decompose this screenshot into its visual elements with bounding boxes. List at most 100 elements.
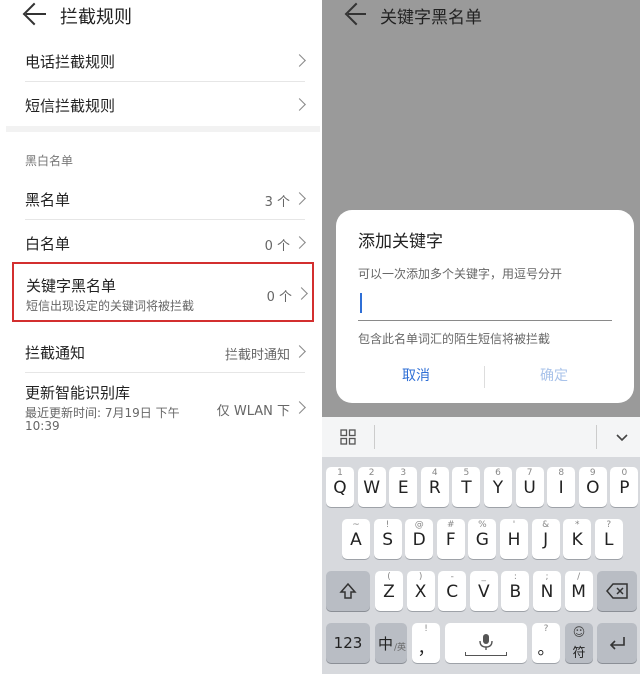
key-label: G	[475, 530, 489, 550]
key-secondary-label: %	[478, 520, 487, 530]
numbers-key[interactable]: 123	[326, 623, 370, 663]
dialog-note: 包含此名单词汇的陌生短信将被拦截	[358, 332, 551, 346]
page-title: 拦截规则	[60, 7, 132, 28]
key-label: Q	[333, 478, 347, 498]
key-label: D	[412, 530, 426, 550]
comma-key[interactable]: ! ，	[412, 623, 440, 663]
sms-intercept-rules-row[interactable]: 短信拦截规则	[0, 84, 322, 124]
divider	[25, 219, 305, 220]
notice-value: 拦截时通知	[224, 348, 290, 363]
blacklist-row[interactable]: 黑名单 3 个	[0, 178, 322, 218]
key-f[interactable]: # F	[436, 519, 465, 559]
key-y[interactable]: 6Y	[484, 467, 512, 507]
key-b[interactable]: :B	[501, 571, 530, 611]
key-l[interactable]: ? L	[594, 519, 623, 559]
back-button[interactable]	[342, 2, 370, 26]
space-key[interactable]	[445, 623, 527, 663]
shift-key[interactable]	[326, 571, 370, 611]
page-title: 关键字黑名单	[380, 8, 482, 28]
intercept-notice-row[interactable]: 拦截通知 拦截时通知	[0, 332, 322, 372]
key-secondary-label: #	[447, 520, 455, 530]
row-label: 关键字黑名单	[26, 277, 117, 295]
key-label: X	[414, 582, 427, 602]
row-label: 短信拦截规则	[25, 97, 116, 115]
row-label: 电话拦截规则	[25, 53, 116, 71]
grid-icon[interactable]	[340, 429, 356, 445]
lang-main-label: 中	[378, 635, 394, 653]
space-bar-mark	[465, 652, 507, 656]
dialog-hint: 可以一次添加多个关键字，用逗号分开	[358, 267, 563, 281]
key-label: F	[445, 530, 456, 550]
whitelist-row[interactable]: 白名单 0 个	[0, 222, 322, 262]
numbers-key-label: 123	[333, 634, 363, 652]
key-secondary-label: *	[574, 520, 580, 530]
key-c[interactable]: -C	[438, 571, 467, 611]
language-switch-key[interactable]: 中 /英	[375, 623, 407, 663]
cancel-button[interactable]: 取消	[364, 362, 468, 390]
emoji-icon: ☺	[572, 625, 586, 639]
enter-icon	[609, 637, 625, 650]
update-condition: 仅 WLAN 下	[216, 404, 290, 419]
chevron-right-icon	[293, 345, 306, 358]
toolbar-separator	[596, 425, 597, 449]
key-k[interactable]: * K	[563, 519, 592, 559]
key-o[interactable]: 9O	[578, 467, 607, 507]
update-library-row[interactable]: 更新智能识别库 最近更新时间: 7月19日 下午 10:39 仅 WLAN 下	[0, 376, 322, 438]
key-h[interactable]: ' H	[500, 519, 528, 559]
key-v[interactable]: _ V	[469, 571, 498, 611]
key-label: J	[543, 530, 549, 550]
key-i[interactable]: 8I	[547, 467, 576, 507]
key-w[interactable]: 2W	[357, 467, 386, 507]
key-secondary-label: @	[414, 520, 424, 530]
key-secondary-label: 0	[621, 468, 628, 478]
key-label: Z	[383, 582, 395, 602]
key-j[interactable]: & J	[531, 519, 560, 559]
key-r[interactable]: 4R	[420, 467, 449, 507]
key-g[interactable]: % G	[468, 519, 497, 559]
key-label: I	[558, 478, 564, 498]
key-s[interactable]: ! S	[373, 519, 402, 559]
period-key[interactable]: ? 。	[532, 623, 560, 663]
key-secondary-label: '	[512, 520, 516, 530]
key-m[interactable]: / M	[564, 571, 593, 611]
key-d[interactable]: @ D	[405, 519, 434, 559]
key-label: A	[350, 530, 362, 550]
key-e[interactable]: 3E	[389, 467, 418, 507]
key-secondary-label: 6	[495, 468, 501, 478]
row-label: 黑名单	[25, 191, 71, 209]
back-button[interactable]	[20, 2, 48, 26]
divider	[25, 81, 305, 82]
key-u[interactable]: 7U	[515, 467, 544, 507]
chevron-down-icon[interactable]	[616, 428, 628, 442]
key-q[interactable]: 1Q	[326, 467, 354, 507]
keyword-input[interactable]	[358, 288, 612, 321]
section-gap	[6, 126, 320, 132]
chevron-right-icon	[295, 287, 308, 300]
add-keyword-dialog: 添加关键字 可以一次添加多个关键字，用逗号分开 包含此名单词汇的陌生短信将被拦截…	[336, 210, 634, 403]
key-z[interactable]: (Z	[375, 571, 403, 611]
key-label: Y	[492, 478, 504, 498]
keyword-blacklist-row[interactable]: 关键字黑名单 短信出现设定的关键词将被拦截 0 个	[12, 262, 314, 322]
key-label: T	[461, 478, 472, 498]
call-intercept-rules-row[interactable]: 电话拦截规则	[0, 40, 322, 80]
key-x[interactable]: ) X	[406, 571, 435, 611]
key-secondary-label: 2	[368, 468, 375, 478]
backspace-key[interactable]	[597, 571, 637, 611]
button-separator	[484, 366, 485, 388]
symbols-key[interactable]: ☺ 符	[565, 623, 593, 663]
key-secondary-label: 8	[558, 468, 565, 478]
comma-label: ，	[417, 639, 435, 659]
confirm-button[interactable]: 确定	[502, 362, 606, 390]
key-n[interactable]: ; N	[533, 571, 561, 611]
key-t[interactable]: 5T	[452, 467, 481, 507]
key-label: H	[507, 530, 521, 550]
key-p[interactable]: 0P	[610, 467, 639, 507]
key-a[interactable]: ~ A	[342, 519, 370, 559]
shift-icon	[339, 582, 357, 599]
key-secondary-label: ;	[545, 572, 549, 582]
blacklist-count: 3 个	[264, 195, 290, 210]
enter-key[interactable]	[597, 623, 637, 663]
key-secondary-label: _	[481, 572, 487, 582]
last-updated-time: 10:39	[25, 419, 60, 433]
key-secondary-label: 9	[589, 468, 596, 478]
